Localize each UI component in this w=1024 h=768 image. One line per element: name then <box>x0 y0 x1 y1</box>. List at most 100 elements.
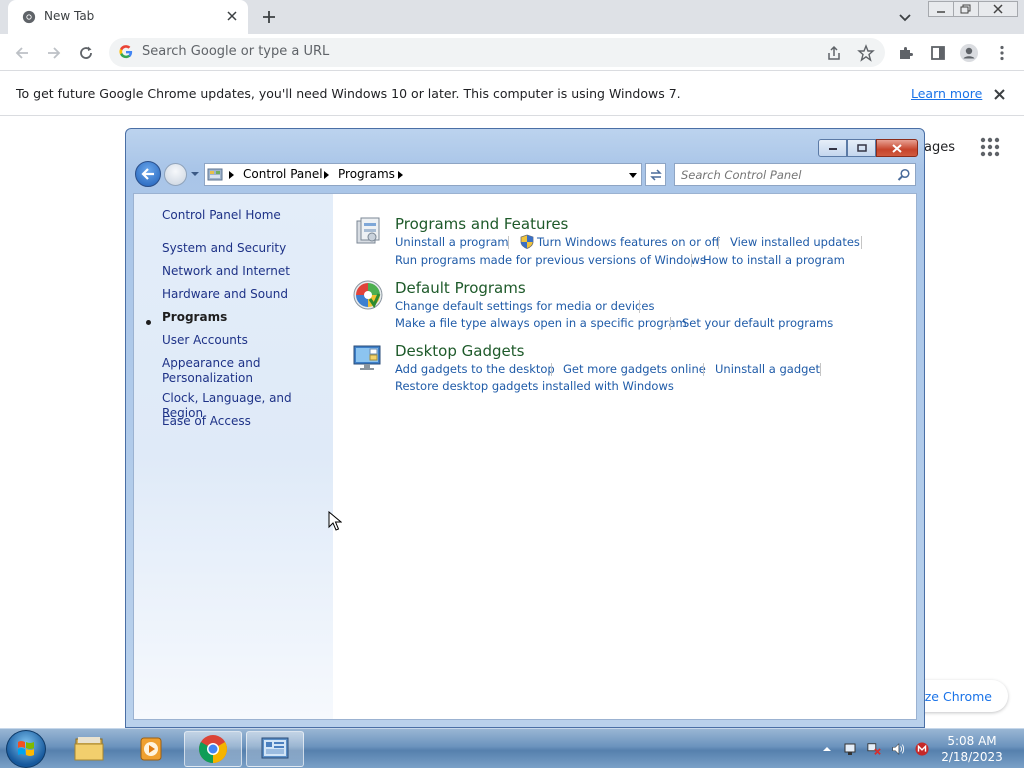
breadcrumb-programs[interactable]: Programs <box>338 167 395 181</box>
bookmark-star-icon[interactable] <box>857 44 875 62</box>
cp-address-bar[interactable]: Control Panel Programs <box>204 163 642 186</box>
chevron-down-icon[interactable] <box>190 169 200 179</box>
control-panel-icon <box>261 737 289 759</box>
back-button[interactable] <box>12 43 32 63</box>
apps-grid-icon[interactable] <box>979 136 1001 158</box>
puzzle-icon <box>900 47 913 59</box>
extensions-button[interactable] <box>896 43 916 63</box>
sidebar-item-programs: Programs <box>162 310 228 324</box>
cp-forward-button[interactable] <box>164 163 187 186</box>
tab-strip: New Tab <box>0 0 1024 34</box>
add-gadgets-link[interactable]: Add gadgets to the desktop <box>395 362 555 376</box>
infobar-close-button[interactable] <box>990 85 1008 103</box>
clock-date[interactable]: 2/18/2023 <box>936 750 1008 764</box>
desktop-gadgets-icon <box>353 345 381 370</box>
tray-network[interactable] <box>867 742 881 756</box>
cp-sidebar: Control Panel Home System and Security N… <box>134 194 333 719</box>
arrow-left-icon <box>141 168 154 180</box>
tab-new-tab[interactable]: New Tab <box>8 0 248 34</box>
control-panel-icon <box>207 168 223 181</box>
cp-search-box[interactable] <box>674 163 916 186</box>
start-button[interactable] <box>6 730 46 768</box>
cp-minimize-button[interactable] <box>818 139 847 157</box>
arrow-left-icon <box>15 47 28 59</box>
sidebar-item-appearance[interactable]: Appearance and <box>162 356 260 371</box>
default-programs-title[interactable]: Default Programs <box>395 279 526 297</box>
search-icon[interactable] <box>897 168 911 182</box>
forward-button[interactable] <box>44 43 64 63</box>
file-type-always-open-link[interactable]: Make a file type always open in a specif… <box>395 316 687 330</box>
share-icon[interactable] <box>825 44 843 62</box>
close-window-button[interactable] <box>978 1 1018 17</box>
speaker-icon <box>892 743 905 755</box>
cp-navigation-bar: Control Panel Programs <box>134 161 916 189</box>
tab-close-button[interactable] <box>224 8 240 24</box>
address-dropdown-icon[interactable] <box>629 173 637 178</box>
sidebar-item-ease-of-access[interactable]: Ease of Access <box>162 414 251 429</box>
taskbar-control-panel[interactable] <box>246 731 304 767</box>
view-installed-updates-link[interactable]: View installed updates <box>730 235 860 249</box>
update-infobar: To get future Google Chrome updates, you… <box>0 71 1024 116</box>
show-hidden-icons-button[interactable] <box>820 742 834 756</box>
avatar-icon <box>960 44 978 62</box>
taskbar-chrome[interactable] <box>184 731 242 767</box>
tray-action-center[interactable] <box>843 742 857 756</box>
run-previous-versions-link[interactable]: Run programs made for previous versions … <box>395 253 706 267</box>
how-to-install-link[interactable]: How to install a program <box>703 253 845 267</box>
cp-maximize-button[interactable] <box>847 139 876 157</box>
cp-content: Control Panel Home System and Security N… <box>133 193 917 720</box>
tray-volume[interactable] <box>891 742 905 756</box>
sidebar-item-network-internet[interactable]: Network and Internet <box>162 264 290 279</box>
link-separator <box>639 300 640 313</box>
set-default-programs-link[interactable]: Set your default programs <box>682 316 833 330</box>
change-default-media-link[interactable]: Change default settings for media or dev… <box>395 299 654 313</box>
tray-gmail[interactable] <box>915 742 929 756</box>
ntp-images-link-fragment[interactable]: ages <box>924 140 955 155</box>
get-more-gadgets-link[interactable]: Get more gadgets online <box>563 362 706 376</box>
breadcrumb-separator[interactable] <box>398 171 403 179</box>
taskbar-media-player[interactable] <box>122 731 180 767</box>
breadcrumb-control-panel[interactable]: Control Panel <box>243 167 323 181</box>
sidebar-item-personalization[interactable]: Personalization <box>162 371 253 386</box>
breadcrumb-separator[interactable] <box>324 171 329 179</box>
cp-refresh-button[interactable] <box>645 163 666 186</box>
reload-button[interactable] <box>76 43 96 63</box>
taskbar-explorer[interactable] <box>60 731 118 767</box>
turn-windows-features-link[interactable]: Turn Windows features on or off <box>537 235 720 249</box>
chrome-icon <box>199 735 227 763</box>
omnibox[interactable]: Search Google or type a URL <box>109 38 885 67</box>
restore-gadgets-link[interactable]: Restore desktop gadgets installed with W… <box>395 379 674 393</box>
cp-close-button[interactable] <box>876 139 918 157</box>
clock-time[interactable]: 5:08 AM <box>936 734 1008 748</box>
cp-search-input[interactable] <box>681 166 891 183</box>
chrome-menu-button[interactable] <box>992 43 1012 63</box>
side-panel-icon <box>931 46 945 60</box>
profile-button[interactable] <box>959 43 979 63</box>
sidebar-item-control-panel-home[interactable]: Control Panel Home <box>162 208 281 223</box>
cp-main-pane: Programs and Features Uninstall a progra… <box>333 194 916 719</box>
chevron-down-icon[interactable] <box>897 9 913 25</box>
maximize-icon <box>856 144 867 152</box>
sidebar-item-system-security[interactable]: System and Security <box>162 241 286 256</box>
browser-toolbar: Search Google or type a URL <box>0 34 1024 71</box>
restore-button[interactable] <box>953 1 979 17</box>
learn-more-link[interactable]: Learn more <box>911 86 982 101</box>
programs-features-title[interactable]: Programs and Features <box>395 215 568 233</box>
uninstall-program-link[interactable]: Uninstall a program <box>395 235 509 249</box>
sidebar-item-user-accounts[interactable]: User Accounts <box>162 333 248 348</box>
new-tab-button[interactable] <box>260 8 278 26</box>
minimize-button[interactable] <box>928 1 954 17</box>
cp-back-button[interactable] <box>135 161 161 187</box>
uninstall-gadget-link[interactable]: Uninstall a gadget <box>715 362 820 376</box>
windows-taskbar: 5:08 AM 2/18/2023 <box>0 728 1024 768</box>
breadcrumb-separator[interactable] <box>229 171 234 179</box>
side-panel-button[interactable] <box>928 43 948 63</box>
link-separator <box>820 363 821 376</box>
default-programs-icon <box>353 280 383 310</box>
sidebar-item-hardware-sound[interactable]: Hardware and Sound <box>162 287 288 302</box>
link-separator <box>861 236 862 249</box>
reload-icon <box>80 46 92 59</box>
minimize-icon <box>937 11 945 13</box>
tab-title: New Tab <box>44 9 95 23</box>
desktop-gadgets-title[interactable]: Desktop Gadgets <box>395 342 524 360</box>
